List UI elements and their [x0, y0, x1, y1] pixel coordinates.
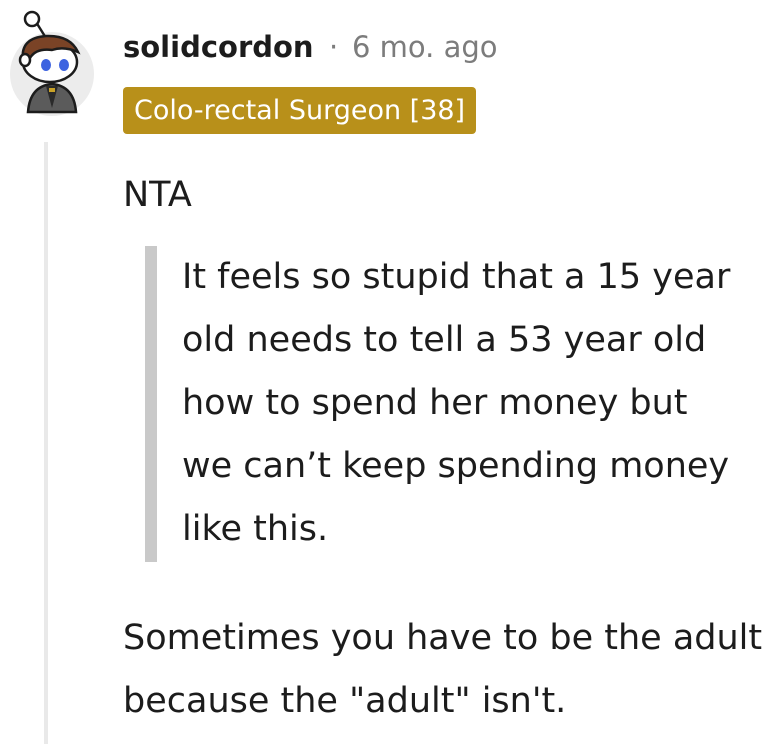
- username-link[interactable]: solidcordon: [123, 30, 314, 64]
- comment-timestamp[interactable]: 6 mo. ago: [352, 30, 498, 64]
- comment-text-paragraph: Sometimes you have to be the adult becau…: [123, 618, 763, 721]
- blockquote-bar: [145, 246, 157, 562]
- thread-collapse-line[interactable]: [44, 142, 48, 744]
- user-flair-badge: Colo-rectal Surgeon [38]: [123, 87, 477, 134]
- meta-separator: ·: [329, 30, 339, 64]
- snoo-avatar-icon[interactable]: [6, 8, 98, 116]
- comment-text-paragraph: NTA: [123, 175, 192, 215]
- blockquote-text: It feels so stupid that a 15 year old ne…: [182, 257, 731, 549]
